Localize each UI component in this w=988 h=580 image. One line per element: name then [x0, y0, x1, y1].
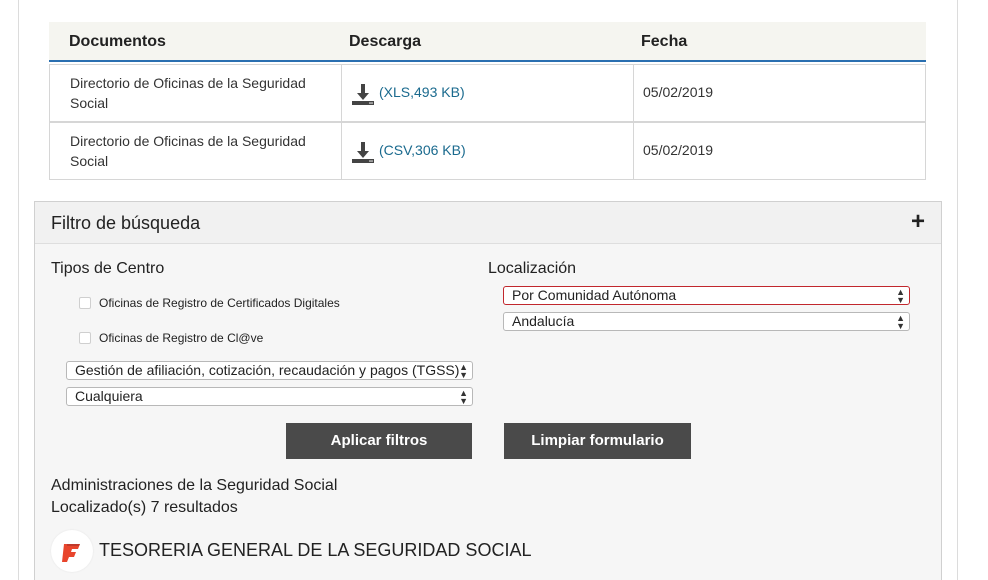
download-cell: (CSV,306 KB) — [342, 123, 634, 179]
select-arrows-icon: ▲ ▼ — [896, 287, 905, 305]
clear-form-button[interactable]: Limpiar formulario — [504, 423, 691, 459]
expand-plus-icon[interactable]: + — [911, 208, 925, 236]
checkbox[interactable] — [79, 297, 91, 309]
apply-filters-button[interactable]: Aplicar filtros — [286, 423, 472, 459]
download-xls-link[interactable]: (XLS,493 KB) — [379, 84, 465, 100]
document-date: 05/02/2019 — [643, 142, 714, 158]
organization-name[interactable]: TESORERIA GENERAL DE LA SEGURIDAD SOCIAL — [99, 540, 531, 561]
checkbox-label: Oficinas de Registro de Cl@ve — [99, 331, 264, 345]
checkbox[interactable] — [79, 332, 91, 344]
column-header-documents: Documentos — [69, 33, 166, 50]
document-title: Directorio de Oficinas de la Seguridad S… — [50, 65, 342, 121]
filter-panel-header[interactable]: Filtro de búsqueda + — [35, 202, 941, 244]
select-arrows-icon: ▲ ▼ — [459, 388, 468, 406]
tgss-logo — [51, 530, 93, 572]
results-heading: Administraciones de la Seguridad Social — [51, 477, 338, 494]
content-frame-left-border — [18, 0, 19, 580]
management-select-value: Gestión de afiliación, cotización, recau… — [75, 362, 460, 378]
column-header-download: Descarga — [349, 33, 422, 50]
select-arrows-icon: ▲ ▼ — [896, 313, 905, 331]
select-arrows-icon: ▲ ▼ — [459, 362, 468, 380]
download-icon[interactable] — [351, 140, 375, 164]
download-csv-link[interactable]: (CSV,306 KB) — [379, 142, 466, 158]
download-cell: (XLS,493 KB) — [342, 65, 634, 121]
column-header-date: Fecha — [641, 33, 688, 50]
region-select[interactable]: Andalucía ▲ ▼ — [503, 312, 910, 331]
management-type-select[interactable]: Gestión de afiliación, cotización, recau… — [66, 361, 473, 380]
checkbox-digital-certificates[interactable]: Oficinas de Registro de Certificados Dig… — [79, 296, 340, 310]
any-select-value: Cualquiera — [75, 388, 143, 404]
table-row: Directorio de Oficinas de la Seguridad S… — [49, 64, 926, 122]
download-icon[interactable] — [351, 82, 375, 106]
content-frame-right-border — [957, 0, 958, 580]
checkbox-label: Oficinas de Registro de Certificados Dig… — [99, 296, 340, 310]
results-count: Localizado(s) 7 resultados — [51, 499, 238, 516]
region-value: Andalucía — [512, 313, 575, 329]
center-types-label: Tipos de Centro — [51, 260, 165, 277]
table-row: Directorio de Oficinas de la Seguridad S… — [49, 122, 926, 180]
any-select[interactable]: Cualquiera ▲ ▼ — [66, 387, 473, 406]
document-title: Directorio de Oficinas de la Seguridad S… — [50, 123, 342, 179]
location-type-value: Por Comunidad Autónoma — [512, 287, 677, 303]
checkbox-clave-offices[interactable]: Oficinas de Registro de Cl@ve — [79, 331, 263, 345]
tgss-logo-icon — [62, 544, 80, 562]
downloads-table-header: Documentos Descarga Fecha — [49, 22, 926, 62]
location-label: Localización — [488, 260, 577, 277]
filter-panel-title: Filtro de búsqueda — [51, 213, 201, 233]
document-date: 05/02/2019 — [643, 84, 714, 100]
location-type-select[interactable]: Por Comunidad Autónoma ▲ ▼ — [503, 286, 910, 305]
